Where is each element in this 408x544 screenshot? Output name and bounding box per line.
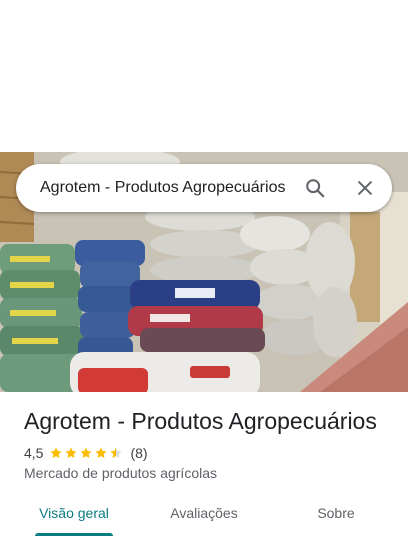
tab-overview[interactable]: Visão geral (35, 498, 113, 538)
star-icon (50, 447, 63, 458)
review-count[interactable]: (8) (130, 445, 147, 461)
star-icon (110, 447, 123, 458)
place-tabs: Visão geral Avaliações Sobre (0, 498, 408, 538)
star-icon (95, 447, 108, 458)
close-icon (358, 181, 372, 195)
clear-search-button[interactable] (351, 174, 379, 202)
tab-reviews[interactable]: Avaliações (162, 498, 246, 538)
tab-about[interactable]: Sobre (308, 498, 364, 538)
place-title: Agrotem - Produtos Agropecuários (24, 408, 377, 434)
active-tab-indicator (35, 533, 113, 536)
rating-value: 4,5 (24, 445, 44, 461)
rating-row[interactable]: 4,5 (8) (24, 444, 148, 462)
search-button[interactable] (301, 174, 329, 202)
search-bar[interactable]: Agrotem - Produtos Agropecuários (16, 164, 392, 212)
place-category: Mercado de produtos agrícolas (24, 465, 217, 481)
star-icon (65, 447, 78, 458)
star-rating (49, 446, 124, 460)
star-icon (80, 447, 93, 458)
search-icon (306, 179, 325, 198)
search-query-text[interactable]: Agrotem - Produtos Agropecuários (40, 164, 285, 212)
